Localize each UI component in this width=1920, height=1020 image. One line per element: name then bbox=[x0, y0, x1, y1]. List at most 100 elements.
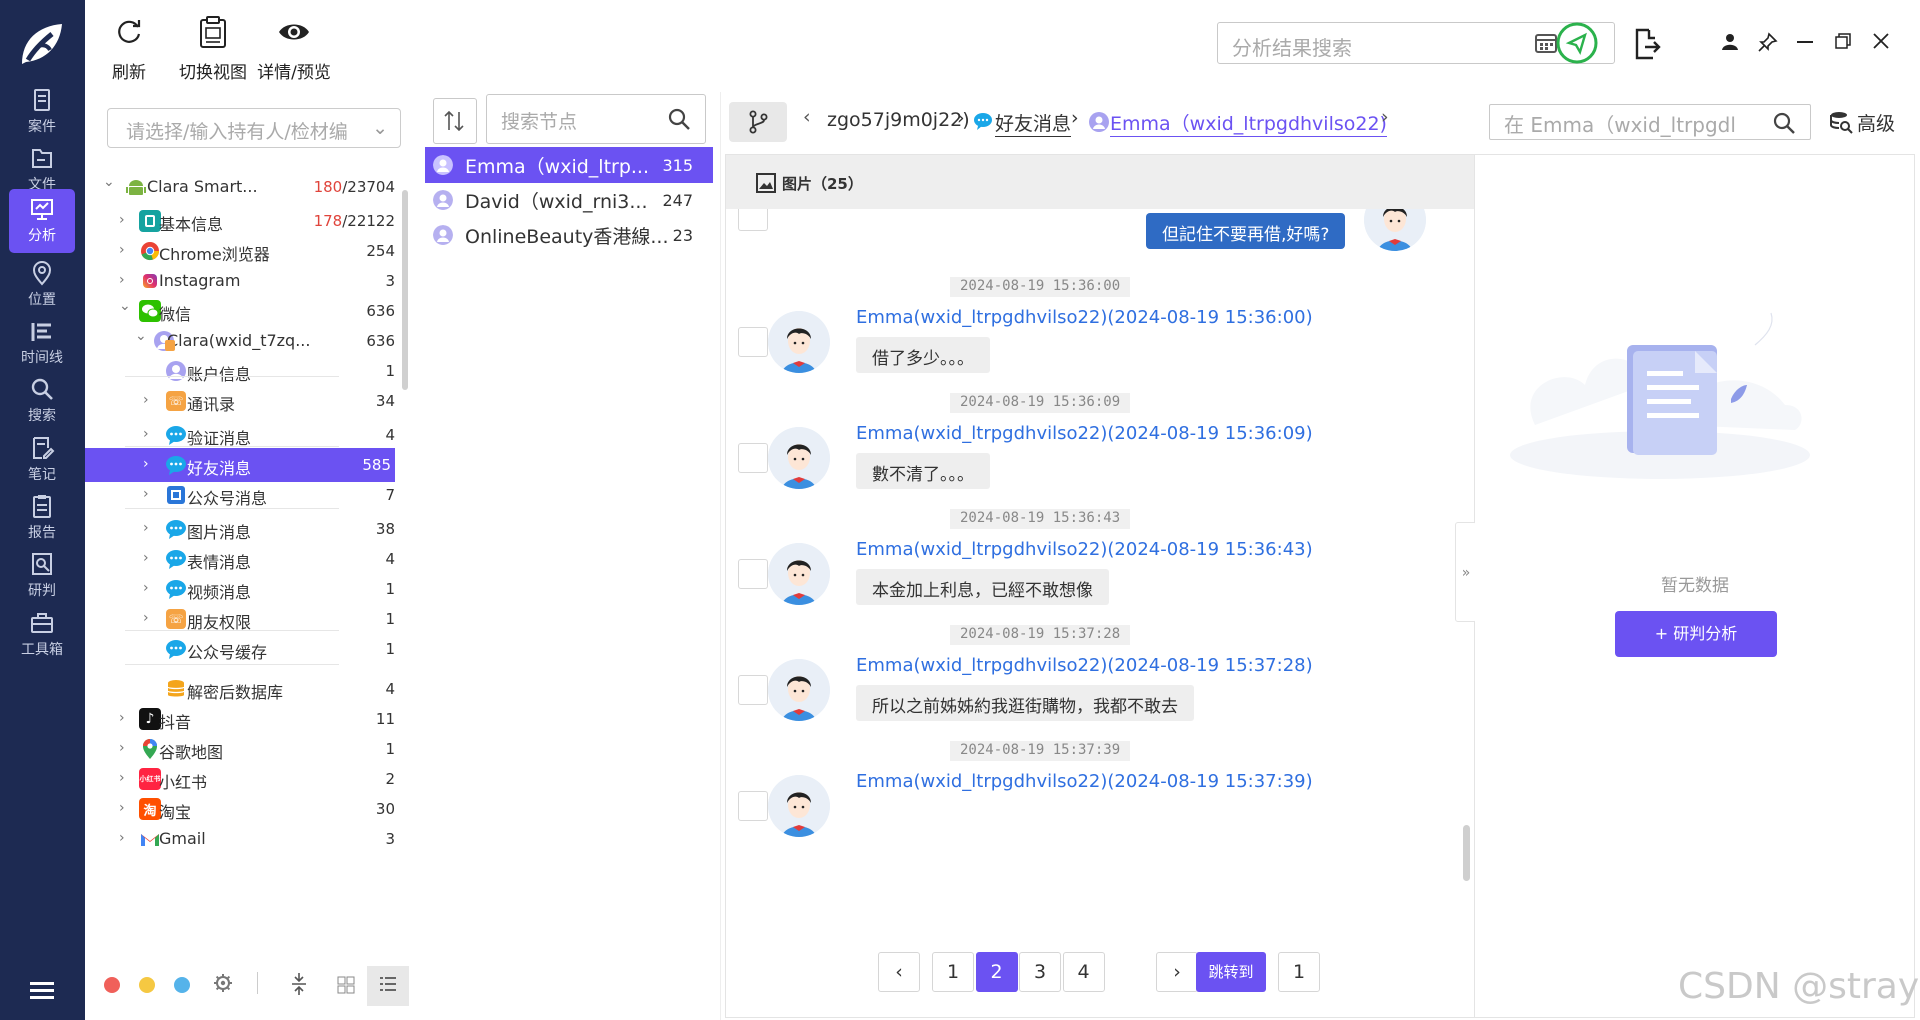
holder-select[interactable]: 请选择/输入持有人/检材编 ⌄ bbox=[107, 108, 401, 148]
search-icon[interactable] bbox=[667, 107, 691, 131]
message-checkbox[interactable] bbox=[738, 791, 768, 821]
chevron-right-icon[interactable]: › bbox=[119, 800, 133, 816]
chevron-right-icon[interactable]: › bbox=[143, 456, 157, 472]
chevron-down-icon[interactable]: ⌄ bbox=[103, 174, 117, 190]
tree-node[interactable]: 解密后数据库 4 bbox=[95, 672, 395, 706]
tree-node[interactable]: › ☏ 通讯录 34 bbox=[95, 384, 395, 418]
message-sender[interactable]: Emma(wxid_ltrpgdhvilso22)(2024-08-19 15:… bbox=[856, 423, 1313, 444]
breadcrumb-root[interactable]: zgo57j9m0j22) bbox=[827, 109, 970, 131]
chevron-right-icon[interactable]: › bbox=[143, 550, 157, 566]
tree-node[interactable]: › 淘淘宝 30 bbox=[95, 792, 395, 826]
list-view-icon[interactable] bbox=[379, 976, 397, 992]
chevron-right-icon[interactable]: › bbox=[119, 272, 133, 288]
tree-node[interactable]: › ♪ 抖音 11 bbox=[95, 702, 395, 736]
feather-logo-icon[interactable] bbox=[16, 20, 68, 68]
nav-item-note[interactable]: 笔记 bbox=[9, 428, 75, 492]
nav-item-timeline[interactable]: 时间线 bbox=[9, 311, 75, 375]
tree-node[interactable]: › 视频消息 1 bbox=[95, 572, 395, 606]
tree-node[interactable]: › Instagram 3 bbox=[95, 264, 395, 298]
page-button[interactable]: 1 bbox=[932, 952, 974, 992]
nav-item-analysis[interactable]: 分析 bbox=[9, 189, 75, 253]
node-list-item[interactable]: David（wxid_rni3... 247 bbox=[425, 182, 713, 218]
prev-page-button[interactable]: ‹ bbox=[878, 952, 920, 992]
refresh-button[interactable]: 刷新 bbox=[103, 6, 155, 83]
node-list-item[interactable]: OnlineBeauty香港線... 23 bbox=[425, 217, 713, 253]
message-checkbox[interactable] bbox=[738, 559, 768, 589]
sort-button[interactable] bbox=[433, 98, 477, 144]
message-checkbox[interactable] bbox=[738, 443, 768, 473]
tree-node[interactable]: › 好友消息 585 bbox=[85, 448, 395, 482]
jump-to-button[interactable]: 跳转到 bbox=[1196, 952, 1266, 992]
minimize-icon[interactable] bbox=[1797, 40, 1813, 44]
tree-node[interactable]: ⌄ 微信 636 bbox=[95, 294, 395, 328]
chevron-right-icon[interactable]: › bbox=[119, 830, 133, 846]
tree-node[interactable]: › 小红书 小红书 2 bbox=[95, 762, 395, 796]
page-button[interactable]: 2 bbox=[975, 952, 1018, 992]
nav-item-case[interactable]: 案件 bbox=[9, 80, 75, 144]
tree-node[interactable]: 账户信息 1 bbox=[95, 354, 395, 388]
blue-filter-dot[interactable] bbox=[174, 977, 190, 993]
message-sender[interactable]: Emma(wxid_ltrpgdhvilso22)(2024-08-19 15:… bbox=[856, 655, 1313, 676]
tree-scrollbar[interactable] bbox=[402, 190, 408, 390]
message-checkbox[interactable] bbox=[738, 327, 768, 357]
export-icon[interactable] bbox=[1633, 28, 1661, 60]
tree-node[interactable]: › 表情消息 4 bbox=[95, 542, 395, 576]
branch-button[interactable] bbox=[729, 102, 787, 142]
next-page-button[interactable]: › bbox=[1156, 952, 1198, 992]
advanced-search-icon[interactable] bbox=[1829, 110, 1853, 134]
chevron-left-icon[interactable]: ‹ bbox=[803, 106, 811, 128]
collapse-icon[interactable] bbox=[291, 972, 307, 996]
chevron-right-icon[interactable]: › bbox=[119, 242, 133, 258]
chevron-right-icon[interactable]: › bbox=[143, 580, 157, 596]
search-icon[interactable] bbox=[1772, 111, 1796, 135]
nav-item-toolbox[interactable]: 工具箱 bbox=[9, 603, 75, 667]
yellow-filter-dot[interactable] bbox=[139, 977, 155, 993]
chevron-right-icon[interactable]: › bbox=[143, 610, 157, 626]
tree-node[interactable]: ⌄ Clara(wxid_t7zq... 636 bbox=[95, 324, 395, 358]
gear-icon[interactable] bbox=[213, 973, 233, 993]
jump-page-input[interactable]: 1 bbox=[1278, 952, 1320, 992]
chevron-right-icon[interactable]: › bbox=[1381, 106, 1389, 128]
grid-view-icon[interactable] bbox=[337, 976, 355, 994]
page-button[interactable]: 3 bbox=[1019, 952, 1061, 992]
message-scrollbar[interactable] bbox=[1463, 825, 1470, 881]
chevron-right-icon[interactable]: › bbox=[119, 710, 133, 726]
chevron-right-icon[interactable]: › bbox=[119, 740, 133, 756]
nav-item-search[interactable]: 搜索 bbox=[9, 369, 75, 433]
chevron-right-icon[interactable]: › bbox=[119, 770, 133, 786]
details-preview-button[interactable]: 详情/预览 bbox=[249, 6, 339, 83]
tree-node[interactable]: › 基本信息 178/22122 bbox=[95, 204, 395, 238]
switch-view-button[interactable]: 切换视图 bbox=[177, 6, 249, 83]
message-checkbox[interactable] bbox=[738, 209, 768, 231]
breadcrumb-friends[interactable]: 好友消息 bbox=[995, 109, 1072, 137]
pin-icon[interactable] bbox=[1758, 32, 1778, 52]
chevron-down-icon[interactable]: ⌄ bbox=[119, 298, 133, 314]
tree-node[interactable]: 公众号缓存 1 bbox=[95, 632, 395, 666]
message-sender[interactable]: Emma(wxid_ltrpgdhvilso22)(2024-08-19 15:… bbox=[856, 307, 1313, 328]
tree-node[interactable]: › 谷歌地图 1 bbox=[95, 732, 395, 766]
tree-node[interactable]: › Chrome浏览器 254 bbox=[95, 234, 395, 268]
red-filter-dot[interactable] bbox=[104, 977, 120, 993]
maximize-icon[interactable] bbox=[1835, 33, 1851, 49]
advanced-search-label[interactable]: 高级 bbox=[1857, 109, 1895, 136]
tree-node[interactable]: › 公众号消息 7 bbox=[95, 478, 395, 512]
nav-item-judge[interactable]: 研判 bbox=[9, 544, 75, 608]
tree-node[interactable]: › Gmail 3 bbox=[95, 822, 395, 856]
tree-node[interactable]: › 图片消息 38 bbox=[95, 512, 395, 546]
chat-search-input[interactable]: 在 Emma（wxid_ltrpgdl bbox=[1489, 104, 1811, 140]
chevron-down-icon[interactable]: ⌄ bbox=[135, 328, 149, 344]
user-icon[interactable] bbox=[1721, 33, 1739, 51]
chevron-right-icon[interactable]: › bbox=[143, 392, 157, 408]
page-button[interactable]: 4 bbox=[1062, 952, 1105, 992]
side-collapse-toggle[interactable]: » bbox=[1455, 522, 1477, 622]
analyse-button[interactable]: + 研判分析 bbox=[1615, 611, 1777, 657]
menu-icon[interactable] bbox=[28, 980, 56, 1002]
chevron-right-icon[interactable]: › bbox=[119, 212, 133, 228]
node-list-item[interactable]: Emma（wxid_ltrp... 315 bbox=[425, 147, 713, 183]
close-icon[interactable] bbox=[1873, 33, 1889, 49]
message-sender[interactable]: Emma(wxid_ltrpgdhvilso22)(2024-08-19 15:… bbox=[856, 539, 1313, 560]
breadcrumb-contact[interactable]: Emma（wxid_ltrpgdhvilso22) bbox=[1110, 109, 1387, 137]
nav-item-location[interactable]: 位置 bbox=[9, 253, 75, 317]
chevron-right-icon[interactable]: › bbox=[143, 426, 157, 442]
message-sender[interactable]: Emma(wxid_ltrpgdhvilso22)(2024-08-19 15:… bbox=[856, 771, 1313, 792]
